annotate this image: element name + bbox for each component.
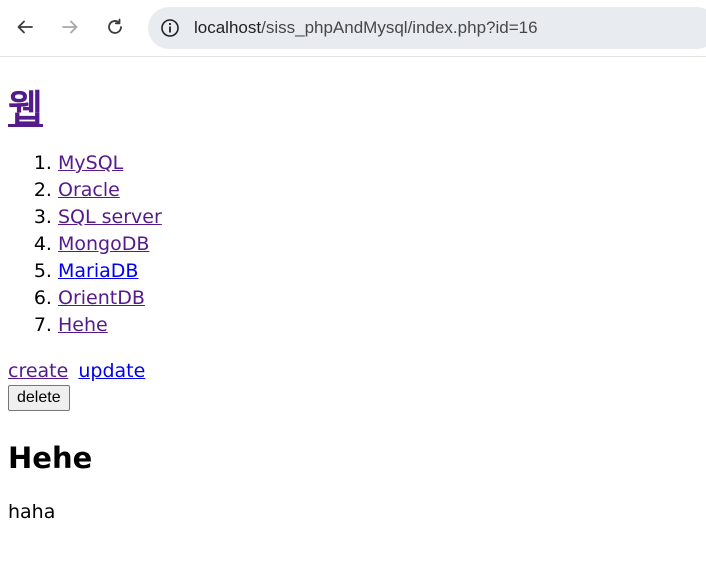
create-link[interactable]: create (8, 360, 68, 382)
list-item: OrientDB (58, 285, 698, 312)
back-button[interactable] (8, 10, 42, 44)
browser-toolbar: localhost/siss_phpAndMysql/index.php?id=… (0, 0, 706, 57)
page-title: 웹 (8, 85, 698, 133)
url-path: /siss_phpAndMysql/index.php?id=16 (261, 18, 538, 37)
topic-link-orientdb[interactable]: OrientDB (58, 287, 145, 309)
topic-link-mysql[interactable]: MySQL (58, 152, 123, 174)
list-item: SQL server (58, 204, 698, 231)
forward-button[interactable] (53, 10, 87, 44)
article-body: haha (8, 501, 56, 523)
topic-link-sql-server[interactable]: SQL server (58, 206, 162, 228)
article-heading: Hehe (8, 441, 93, 475)
list-item: MariaDB (58, 258, 698, 285)
home-link[interactable]: 웹 (8, 87, 43, 131)
update-link[interactable]: update (78, 360, 145, 382)
topic-link-mongodb[interactable]: MongoDB (58, 233, 149, 255)
page-content: 웹 MySQL Oracle SQL server MongoDB MariaD… (0, 85, 706, 525)
list-item: Hehe (58, 312, 698, 339)
reload-button[interactable] (98, 10, 132, 44)
site-info-icon[interactable] (160, 18, 180, 38)
arrow-right-icon (62, 20, 78, 34)
reload-icon (108, 18, 122, 34)
topic-list: MySQL Oracle SQL server MongoDB MariaDB … (8, 150, 698, 339)
action-bar: create update delete (8, 359, 698, 411)
arrow-left-icon (17, 20, 33, 34)
address-bar[interactable]: localhost/siss_phpAndMysql/index.php?id=… (148, 7, 706, 49)
delete-button[interactable]: delete (8, 385, 70, 411)
topic-link-hehe[interactable]: Hehe (58, 314, 108, 336)
list-item: Oracle (58, 177, 698, 204)
list-item: MySQL (58, 150, 698, 177)
topic-link-mariadb[interactable]: MariaDB (58, 260, 138, 282)
topic-link-oracle[interactable]: Oracle (58, 179, 120, 201)
url-host: localhost (194, 18, 262, 37)
list-item: MongoDB (58, 231, 698, 258)
url-text[interactable]: localhost/siss_phpAndMysql/index.php?id=… (194, 17, 538, 39)
